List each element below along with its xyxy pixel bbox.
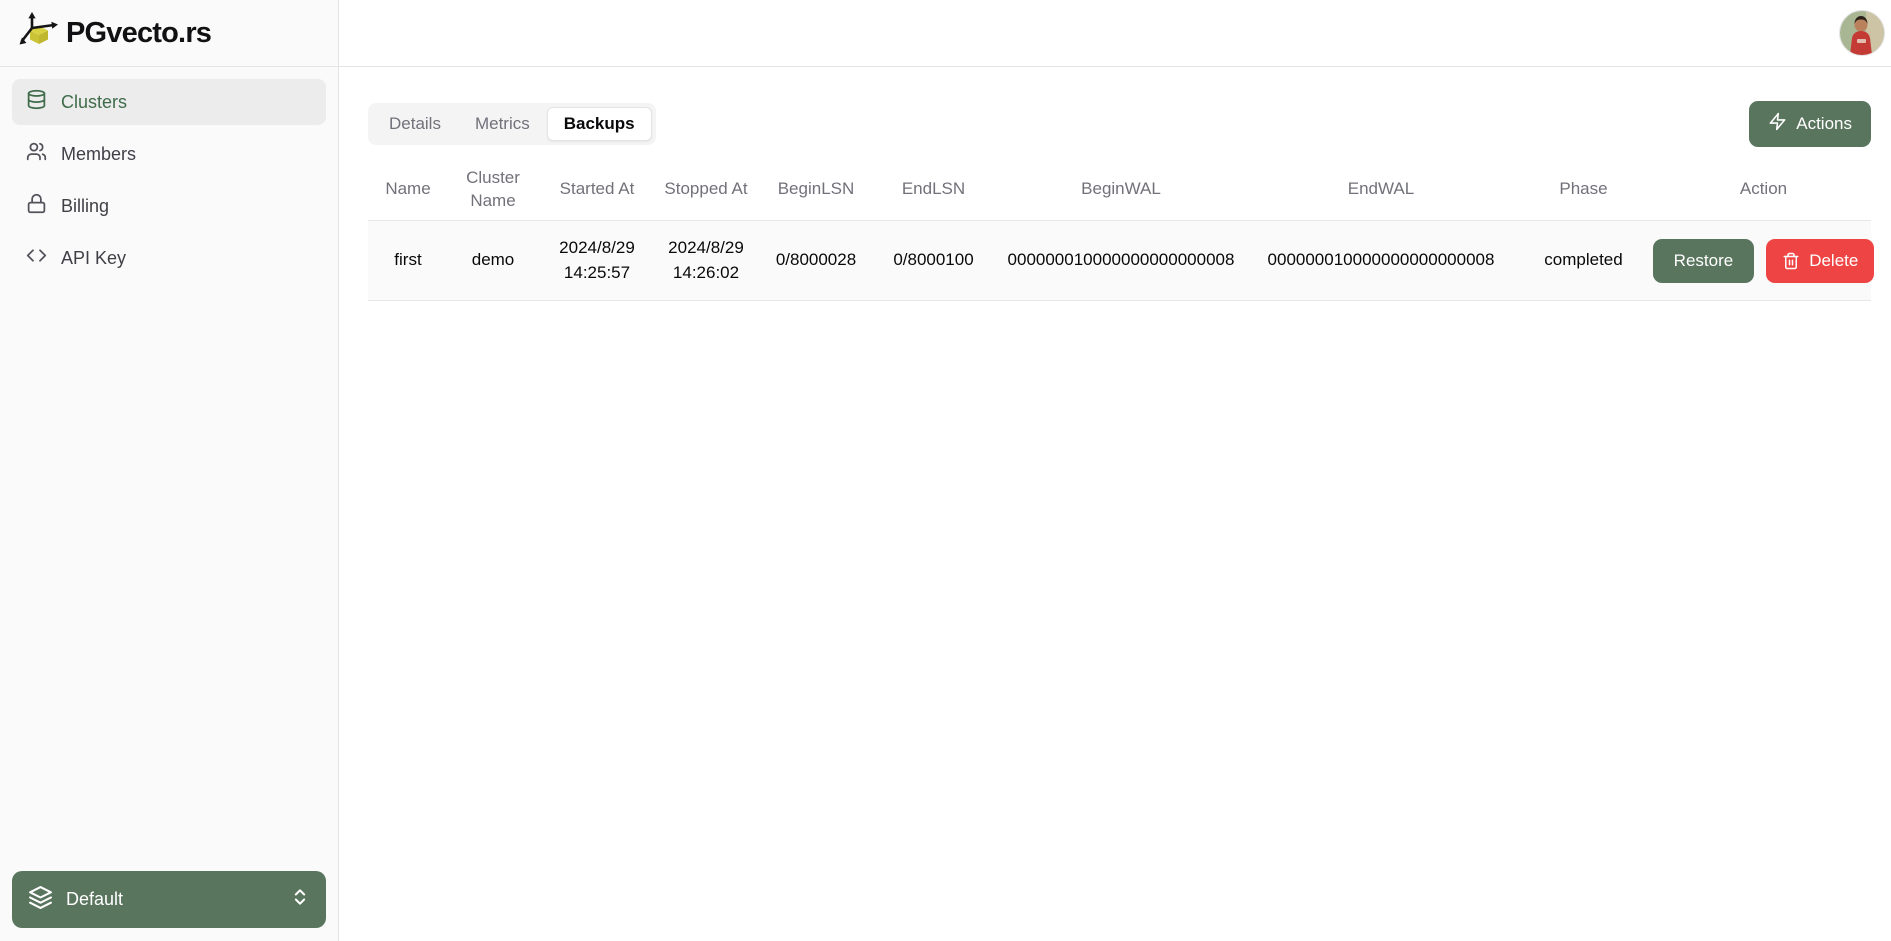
- app-root: PGvecto.rs Clusters: [0, 0, 1891, 941]
- column-header-action: Action: [1656, 160, 1871, 220]
- users-icon: [26, 141, 47, 167]
- cell-phase: completed: [1511, 220, 1656, 300]
- tab-details[interactable]: Details: [372, 107, 458, 141]
- cell-begin-wal: 000000010000000000000008: [991, 220, 1251, 300]
- cell-end-lsn: 0/8000100: [876, 220, 991, 300]
- cell-begin-lsn: 0/8000028: [756, 220, 876, 300]
- column-header-stopped-at: Stopped At: [656, 160, 756, 220]
- layers-icon: [28, 885, 53, 915]
- cell-started-at: 2024/8/29 14:25:57: [538, 220, 656, 300]
- cell-stopped-at: 2024/8/29 14:26:02: [656, 220, 756, 300]
- column-header-phase: Phase: [1511, 160, 1656, 220]
- tab-list: Details Metrics Backups: [368, 103, 656, 145]
- sidebar: PGvecto.rs Clusters: [0, 0, 339, 941]
- main-area: Details Metrics Backups Actions: [339, 0, 1891, 941]
- sidebar-item-label: API Key: [61, 248, 126, 269]
- trash-icon: [1782, 252, 1800, 270]
- column-header-cluster-name: Cluster Name: [448, 160, 538, 220]
- sidebar-item-members[interactable]: Members: [12, 131, 326, 177]
- column-header-name: Name: [368, 160, 448, 220]
- delete-button[interactable]: Delete: [1766, 239, 1874, 283]
- logo-area: PGvecto.rs: [0, 0, 338, 67]
- restore-button[interactable]: Restore: [1653, 239, 1755, 283]
- sidebar-item-label: Clusters: [61, 92, 127, 113]
- column-header-end-lsn: EndLSN: [876, 160, 991, 220]
- tab-metrics[interactable]: Metrics: [458, 107, 547, 141]
- column-header-begin-wal: BeginWAL: [991, 160, 1251, 220]
- restore-button-label: Restore: [1674, 251, 1734, 271]
- column-header-started-at: Started At: [538, 160, 656, 220]
- tab-backups[interactable]: Backups: [547, 107, 652, 141]
- sidebar-item-clusters[interactable]: Clusters: [12, 79, 326, 125]
- cell-name: first: [368, 220, 448, 300]
- delete-button-label: Delete: [1809, 251, 1858, 271]
- brand-title: PGvecto.rs: [66, 17, 211, 50]
- workspace-switcher[interactable]: Default: [12, 871, 326, 928]
- topbar: [339, 0, 1891, 67]
- table-row: first demo 2024/8/29 14:25:57 2024/8/29 …: [368, 220, 1871, 300]
- database-icon: [26, 89, 47, 115]
- chevrons-up-down-icon: [290, 887, 310, 912]
- content-header: Details Metrics Backups Actions: [368, 101, 1871, 147]
- cell-end-wal: 000000010000000000000008: [1251, 220, 1511, 300]
- lock-icon: [26, 193, 47, 219]
- code-icon: [26, 245, 47, 271]
- cell-cluster-name: demo: [448, 220, 538, 300]
- sidebar-item-label: Billing: [61, 196, 109, 217]
- sidebar-item-label: Members: [61, 144, 136, 165]
- brand-logo-icon: [18, 10, 60, 57]
- actions-button-label: Actions: [1796, 114, 1852, 134]
- workspace-label: Default: [66, 889, 123, 910]
- lightning-icon: [1768, 112, 1787, 136]
- column-header-end-wal: EndWAL: [1251, 160, 1511, 220]
- sidebar-nav: Clusters Members: [0, 67, 338, 293]
- cell-action: Restore: [1656, 220, 1871, 300]
- sidebar-item-billing[interactable]: Billing: [12, 183, 326, 229]
- table-header-row: Name Cluster Name Started At Stopped At …: [368, 160, 1871, 220]
- column-header-begin-lsn: BeginLSN: [756, 160, 876, 220]
- user-avatar[interactable]: [1839, 10, 1885, 56]
- content: Details Metrics Backups Actions: [339, 67, 1891, 301]
- backups-table: Name Cluster Name Started At Stopped At …: [368, 160, 1871, 301]
- sidebar-item-api-key[interactable]: API Key: [12, 235, 326, 281]
- actions-button[interactable]: Actions: [1749, 101, 1871, 147]
